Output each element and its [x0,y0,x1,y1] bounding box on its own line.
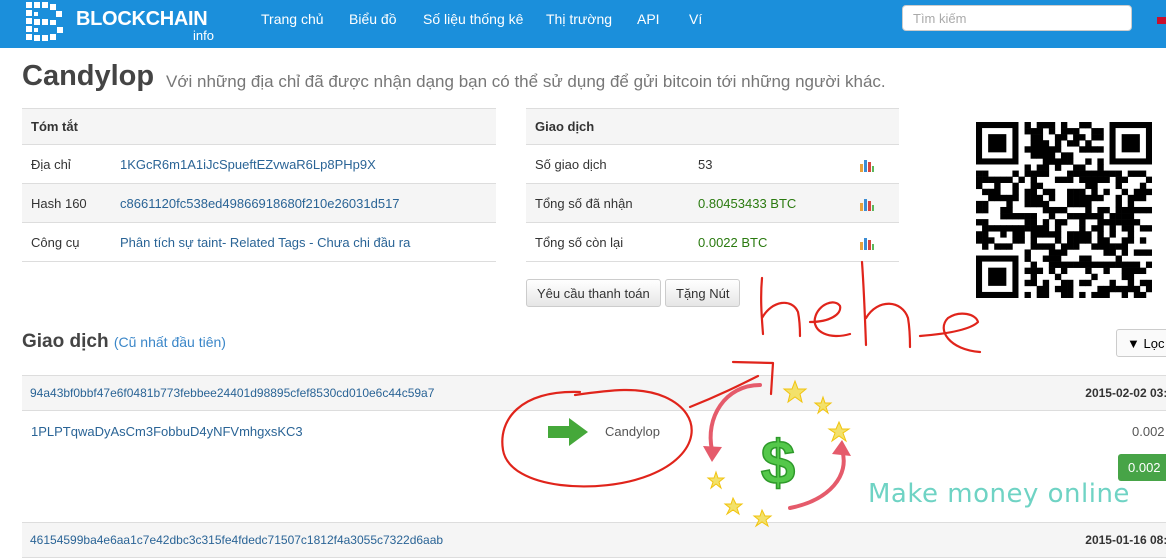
blockchain-logo-icon[interactable] [20,0,68,46]
tx-date: 2015-02-02 03:2 [1085,386,1166,400]
nav-markets[interactable]: Thị trường [546,11,612,27]
page-subtitle: Với những địa chỉ đã được nhận dạng bạn … [166,72,886,91]
address-label: Địa chỉ [22,144,111,184]
nav-charts[interactable]: Biểu đồ [349,11,396,27]
tx-amount: 0.002 [1132,424,1165,439]
donation-button[interactable]: Tặng Nút [665,279,741,307]
final-balance-label: Tổng số còn lại [526,222,689,262]
transactions-box-heading: Giao dịch [526,108,899,145]
transactions-section-title: Giao dịch [22,331,109,352]
tx-hash-link[interactable]: 46154599ba4e6aa1c7e42dbc3c315fe4fdedc715… [30,533,443,547]
hash160-label: Hash 160 [22,183,111,223]
taint-analysis-link[interactable]: Phân tích sự taint [120,235,222,250]
nav-api[interactable]: API [637,11,660,27]
nav-stats[interactable]: Số liệu thống kê [423,11,523,27]
final-balance-value: 0.0022 BTC [689,222,850,262]
filter-icon: ▼ [1127,335,1140,351]
tx-hash-link[interactable]: 94a43bf0bbf47e6f0481b773febbee24401d9889… [30,386,434,400]
logo-subtext: info [193,28,214,43]
summary-heading: Tóm tắt [22,108,496,145]
hehe-scribble [760,260,982,354]
tx-header-row: 46154599ba4e6aa1c7e42dbc3c315fe4fdedc715… [22,522,1166,558]
tx-date: 2015-01-16 08:3 [1085,533,1166,547]
transactions-summary-table: Giao dịch Số giao dịch 53 Tổng số đã nhậ… [526,108,899,262]
tx-count-chart-icon[interactable] [859,158,875,172]
transactions-order-label[interactable]: (Cũ nhất đầu tiên) [114,334,226,350]
page-title: Candylop [22,60,155,92]
transactions-section-heading: Giao dịch (Cũ nhất đầu tiên) [22,331,226,353]
qr-code-image [976,122,1152,298]
tx-count-value: 53 [689,144,850,184]
tx-to-label: Candylop [605,424,660,439]
total-received-label: Tổng số đã nhận [526,183,689,223]
nav-home[interactable]: Trang chủ [261,11,324,27]
nav-wallet[interactable]: Ví [689,11,702,27]
address-link[interactable]: 1KGcR6m1A1iJcSpueftEZvwaR6Lp8PHp9X [120,157,376,172]
total-received-value: 0.80453433 BTC [689,183,850,223]
final-balance-chart-icon[interactable] [859,236,875,250]
unspent-outputs-link[interactable]: - Chưa chi đầu ra [306,235,410,250]
search-input[interactable] [902,5,1132,31]
logo-text[interactable]: BLOCKCHAIN [76,8,208,31]
filter-label: Lọc [1143,335,1165,351]
related-tags-link[interactable]: - Related Tags [222,235,306,250]
filter-button[interactable]: ▼ Lọc [1116,329,1166,357]
arrow-right-icon [548,418,588,446]
request-payment-button[interactable]: Yêu cầu thanh toán [526,279,661,307]
top-navbar: BLOCKCHAIN info Trang chủ Biểu đồ Số liệ… [0,0,1166,48]
tx-result-badge[interactable]: 0.002 [1118,454,1166,481]
tx-count-label: Số giao dịch [526,144,689,184]
tx-from-address-link[interactable]: 1PLPTqwaDyAsCm3FobbuD4yNFVmhgxsKC3 [31,424,303,439]
hash160-link[interactable]: c8661120fc538ed49866918680f210e26031d517 [120,196,400,211]
dollar-sign-icon: $ [761,429,795,498]
tools-label: Công cụ [22,222,111,262]
total-received-chart-icon[interactable] [859,197,875,211]
language-flag-icon[interactable] [1157,17,1166,24]
tx-header-row: 94a43bf0bbf47e6f0481b773febbee24401d9889… [22,375,1166,411]
make-money-tagline: Make money online [868,479,1130,509]
summary-table: Tóm tắt Địa chỉ 1KGcR6m1A1iJcSpueftEZvwa… [22,108,496,262]
